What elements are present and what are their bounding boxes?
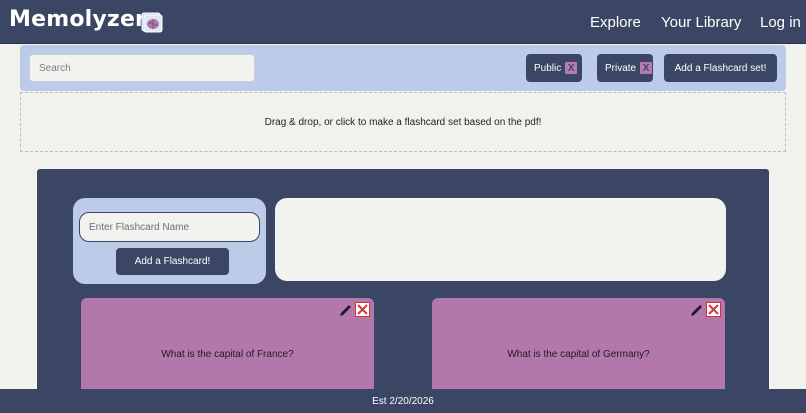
filter-private-button[interactable]: Private X bbox=[597, 54, 653, 82]
flashcard-question: What is the capital of Germany? bbox=[507, 349, 650, 360]
flashcard-name-input[interactable] bbox=[79, 212, 260, 242]
footer-established-text: Est 2/20/2026 bbox=[372, 395, 434, 407]
close-icon[interactable] bbox=[706, 302, 721, 317]
nav-your-library[interactable]: Your Library bbox=[661, 14, 741, 31]
pencil-icon[interactable] bbox=[339, 304, 352, 317]
brain-book-icon[interactable] bbox=[141, 11, 163, 33]
top-navbar: Memolyzer Explore Your Library Log in bbox=[0, 0, 806, 44]
add-flashcard-set-button[interactable]: Add a Flashcard set! bbox=[664, 54, 777, 82]
remove-public-filter-icon[interactable]: X bbox=[565, 62, 578, 74]
filter-public-button[interactable]: Public X bbox=[526, 54, 582, 82]
filter-private-label: Private bbox=[605, 62, 637, 74]
flashcard[interactable]: What is the capital of Germany? bbox=[432, 298, 725, 398]
footer: Est 2/20/2026 bbox=[0, 389, 806, 413]
flashcard-question: What is the capital of France? bbox=[161, 349, 294, 360]
app-logo-text[interactable]: Memolyzer bbox=[9, 7, 146, 32]
add-flashcard-button[interactable]: Add a Flashcard! bbox=[116, 248, 229, 275]
pencil-icon[interactable] bbox=[690, 304, 703, 317]
remove-private-filter-icon[interactable]: X bbox=[640, 62, 653, 74]
nav-explore[interactable]: Explore bbox=[590, 14, 641, 31]
close-icon[interactable] bbox=[355, 302, 370, 317]
pdf-dropzone[interactable]: Drag & drop, or click to make a flashcar… bbox=[20, 92, 786, 152]
flashcard-preview-area[interactable] bbox=[275, 198, 726, 281]
nav-log-in[interactable]: Log in bbox=[760, 14, 801, 31]
filter-public-label: Public bbox=[534, 62, 562, 74]
flashcard[interactable]: What is the capital of France? bbox=[81, 298, 374, 398]
search-input[interactable] bbox=[29, 54, 255, 82]
toolbar: Public X Private X Add a Flashcard set! bbox=[20, 45, 786, 91]
